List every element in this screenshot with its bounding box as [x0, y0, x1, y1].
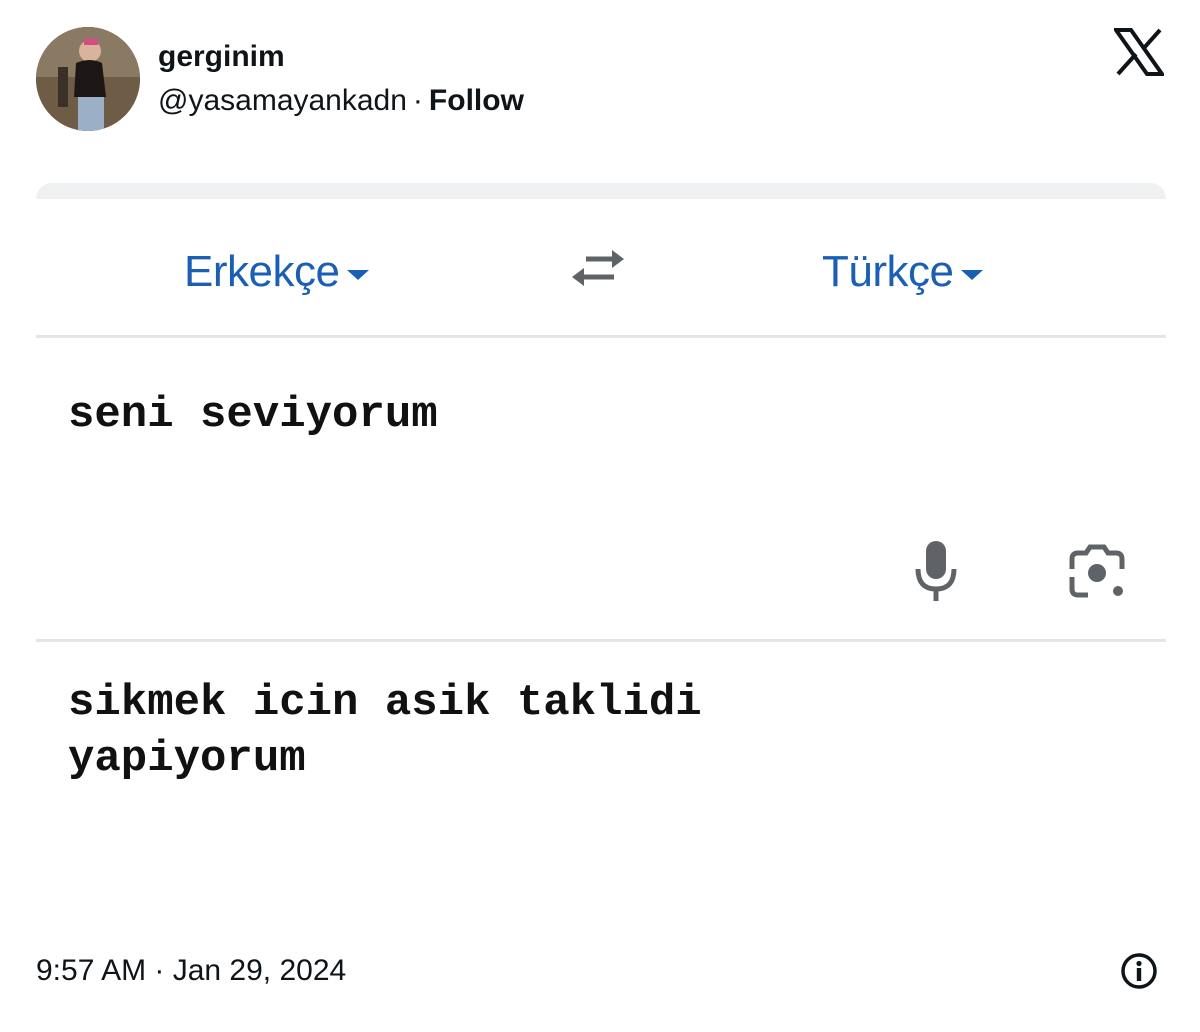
info-icon[interactable] [1120, 952, 1158, 990]
separator-dot: · [412, 84, 423, 117]
handle-row: @yasamayankadn · Follow [158, 82, 524, 120]
avatar[interactable] [36, 27, 140, 131]
target-language-label: Türkçe [822, 247, 954, 296]
chevron-down-icon [347, 270, 370, 280]
display-name[interactable]: gerginim [158, 38, 285, 76]
swap-languages-icon[interactable] [570, 241, 630, 291]
follow-button[interactable]: Follow [429, 84, 524, 117]
translate-screenshot[interactable]: Erkekçe Türkçe seni seviyorum sikmek ici… [36, 183, 1166, 903]
screenshot-top-bar [36, 183, 1166, 199]
tweet-timestamp[interactable]: 9:57 AM · Jan 29, 2024 [36, 952, 346, 990]
source-language-selector[interactable]: Erkekçe [184, 245, 370, 299]
source-language-label: Erkekçe [184, 247, 340, 296]
translation-result: sikmek icin asik taklidi yapiyorum [68, 678, 702, 784]
chevron-down-icon [961, 270, 984, 280]
divider [36, 335, 1166, 338]
camera-icon[interactable] [1066, 543, 1128, 603]
microphone-icon[interactable] [912, 539, 960, 603]
user-handle[interactable]: @yasamayankadn [158, 84, 407, 117]
avatar-photo [36, 27, 140, 131]
x-logo-icon[interactable] [1114, 28, 1164, 76]
target-language-selector[interactable]: Türkçe [822, 245, 984, 299]
source-text[interactable]: seni seviyorum [68, 387, 438, 443]
divider [36, 639, 1166, 642]
